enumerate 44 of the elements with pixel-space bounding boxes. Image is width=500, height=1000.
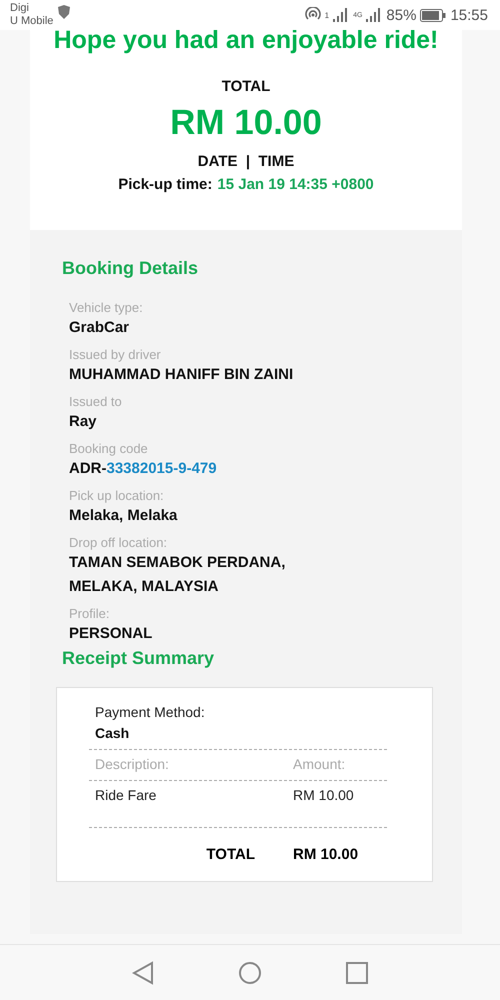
signal-icon xyxy=(366,8,382,22)
battery-percent: 85% xyxy=(386,6,416,24)
field-label: Drop off location: xyxy=(69,534,168,551)
total-amount: RM 10.00 xyxy=(170,103,322,143)
clock: 15:55 xyxy=(450,6,488,24)
back-icon[interactable] xyxy=(132,960,154,984)
carrier-name: Digi xyxy=(10,2,30,15)
shield-icon xyxy=(57,4,72,20)
battery-icon xyxy=(420,8,446,22)
field-value: TAMAN SEMABOK PERDANA, xyxy=(69,553,286,573)
payment-label: Payment Method: xyxy=(95,704,206,720)
pickup-label: Pick-up time: xyxy=(118,176,212,193)
column-header: Description: xyxy=(95,756,170,772)
code-prefix: ADR- xyxy=(69,459,106,479)
recent-apps-icon[interactable] xyxy=(346,962,368,984)
date-time-label: DATE | TIME xyxy=(198,153,294,170)
table-cell-text: Ride Fare xyxy=(95,787,158,805)
booking-code-link[interactable]: 33382015-9-479 xyxy=(106,457,217,481)
total-value: RM 10.00 xyxy=(293,846,358,863)
home-icon[interactable] xyxy=(238,960,262,984)
field-value: Ray xyxy=(69,412,98,432)
field-value: GrabCar xyxy=(69,318,130,338)
hotspot-count: 1 xyxy=(324,10,330,20)
headline: Hope you had an enjoyable ride! xyxy=(54,26,438,54)
field-label: Issued by driver xyxy=(69,346,162,363)
field-value: Melaka, Melaka xyxy=(69,506,178,526)
field-value: MELAKA, MALAYSIA xyxy=(69,577,220,597)
field-label: Profile: xyxy=(69,605,110,622)
total-label: TOTAL xyxy=(222,78,270,95)
section-title: Receipt Summary xyxy=(62,648,216,669)
field-label: Booking code xyxy=(69,440,149,457)
field-label: Issued to xyxy=(69,393,123,410)
carrier-name: U Mobile xyxy=(10,15,54,28)
section-title: Booking Details xyxy=(62,258,200,279)
field-value: PERSONAL xyxy=(69,624,154,644)
column-header: Amount: xyxy=(293,756,346,772)
field-label: Vehicle type: xyxy=(69,299,144,316)
field-label: Pick up location: xyxy=(69,487,165,504)
signal-icon xyxy=(333,8,350,22)
field-value: MUHAMMAD HANIFF BIN ZAINI xyxy=(69,365,294,385)
pickup-time: 15 Jan 19 14:35 +0800 xyxy=(217,176,374,193)
table-cell-text: RM 10.00 xyxy=(293,787,354,805)
payment-value: Cash xyxy=(95,725,130,741)
total-label: TOTAL xyxy=(205,846,256,863)
